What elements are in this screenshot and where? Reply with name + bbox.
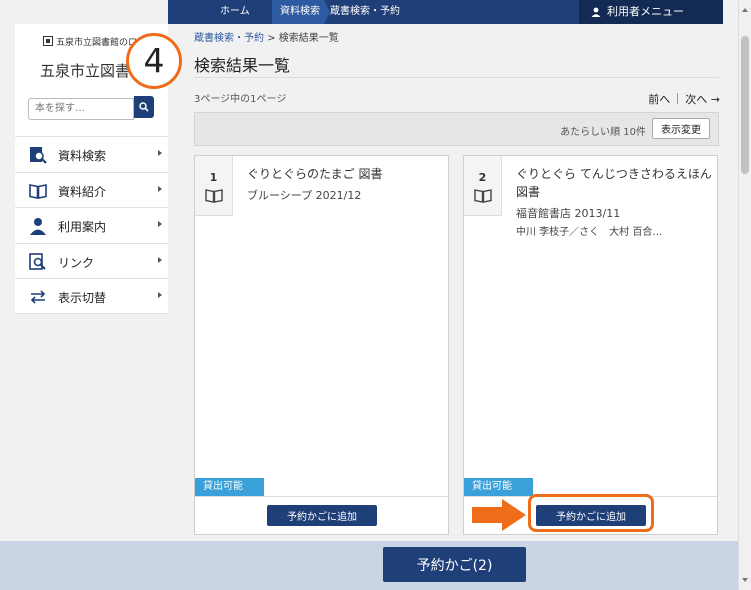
- sidebar-item-usage-guide[interactable]: 利用案内: [15, 207, 168, 243]
- sidebar-item-label: 表示切替: [58, 291, 107, 305]
- user-icon: [591, 7, 601, 17]
- sort-bar: あたらしい順 10件 表示変更: [194, 112, 719, 146]
- result-index: 2: [464, 156, 502, 216]
- reservation-cart-button[interactable]: 予約かご(2): [383, 547, 526, 582]
- step-number-marker: 4: [126, 33, 182, 89]
- chevron-right-icon: [158, 221, 162, 227]
- scrollbar[interactable]: [738, 0, 751, 590]
- chevron-right-icon: [158, 292, 162, 298]
- search-input[interactable]: [28, 97, 134, 120]
- pager-divider: [677, 93, 679, 104]
- sidebar-item-material-intro[interactable]: 資料紹介: [15, 171, 168, 208]
- page-count: 3ページ中の1ページ: [194, 94, 287, 105]
- result-publisher: ブルーシープ 2021/12: [247, 189, 362, 202]
- sidebar-nav: 資料検索 資料紹介 利用案内 リンク 表示切替: [15, 136, 168, 314]
- user-menu-label: 利用者メニュー: [607, 5, 684, 18]
- title-divider: [194, 77, 719, 78]
- search-icon: [139, 101, 149, 112]
- logo-icon: [43, 36, 53, 46]
- result-index-number: 1: [209, 171, 218, 184]
- highlight-frame: [528, 494, 654, 532]
- scroll-up-icon[interactable]: [742, 8, 748, 12]
- result-author: 中川 李枝子／さく 大村 百合…: [516, 227, 663, 238]
- status-badge: 貸出可能: [195, 478, 264, 496]
- search-button[interactable]: [134, 96, 154, 118]
- prev-page-link[interactable]: 前へ: [648, 93, 670, 106]
- person-icon: [30, 218, 46, 235]
- breadcrumb-link[interactable]: 蔵書検索・予約: [194, 33, 264, 44]
- switch-arrows-icon: [30, 290, 46, 304]
- open-book-icon: [29, 183, 47, 199]
- sidebar-item-label: リンク: [58, 255, 95, 270]
- sidebar-item-links[interactable]: リンク: [15, 242, 168, 279]
- result-card: 2 ぐりとぐら てんじつきさわるえほん 図書 福音館書店 2013/11 中川 …: [463, 155, 718, 535]
- result-title[interactable]: ぐりとぐら てんじつきさわるえほん 図書: [516, 165, 712, 201]
- bottom-cart-bar: 予約かご(2): [0, 541, 738, 590]
- change-display-button[interactable]: 表示変更: [652, 118, 710, 139]
- sidebar-item-label: 資料紹介: [58, 184, 107, 199]
- nav-current-page[interactable]: 蔵書検索・予約: [330, 0, 400, 24]
- sidebar-item-material-search[interactable]: 資料検索: [15, 136, 168, 172]
- pointer-arrow-icon: [472, 499, 526, 531]
- breadcrumb-current: 検索結果一覧: [278, 33, 339, 44]
- scrollbar-thumb[interactable]: [741, 36, 749, 174]
- sidebar-search: [28, 96, 154, 120]
- result-card-footer: 予約かごに追加: [195, 496, 448, 534]
- page-title: 検索結果一覧: [194, 56, 291, 75]
- book-icon: [473, 189, 492, 203]
- link-icon: [29, 252, 46, 270]
- sort-label: あたらしい順 10件: [560, 127, 646, 138]
- logo-text: 五泉市立図書館のロ: [56, 38, 138, 48]
- breadcrumb: 蔵書検索・予約 > 検索結果一覧: [194, 29, 339, 44]
- nav-home-link[interactable]: ホーム: [220, 0, 250, 24]
- next-page-link[interactable]: 次へ →: [685, 93, 720, 106]
- nav-materials-link[interactable]: 資料検索: [272, 0, 330, 24]
- chevron-right-icon: [158, 185, 162, 192]
- sidebar-item-label: 利用案内: [58, 220, 107, 234]
- chevron-right-icon: [158, 150, 162, 156]
- scroll-down-icon[interactable]: [742, 578, 748, 582]
- book-icon: [204, 189, 223, 203]
- top-nav-bar: ホーム 資料検索 蔵書検索・予約 利用者メニュー: [168, 0, 723, 24]
- pager: 前へ 次へ →: [648, 91, 720, 107]
- result-title[interactable]: ぐりとぐらのたまご 図書: [247, 165, 443, 183]
- breadcrumb-separator: >: [267, 33, 276, 44]
- result-index-number: 2: [478, 171, 487, 184]
- search-book-icon: [30, 147, 47, 164]
- status-badge: 貸出可能: [464, 478, 533, 496]
- sidebar-item-display-switch[interactable]: 表示切替: [15, 278, 168, 314]
- sidebar-item-label: 資料検索: [58, 149, 107, 163]
- add-to-cart-button[interactable]: 予約かごに追加: [267, 505, 377, 526]
- result-index: 1: [195, 156, 233, 216]
- user-menu-button[interactable]: 利用者メニュー: [579, 0, 723, 24]
- chevron-right-icon: [158, 256, 162, 263]
- result-publisher: 福音館書店 2013/11: [516, 207, 621, 220]
- result-card: 1 ぐりとぐらのたまご 図書 ブルーシープ 2021/12 貸出可能 予約かごに…: [194, 155, 449, 535]
